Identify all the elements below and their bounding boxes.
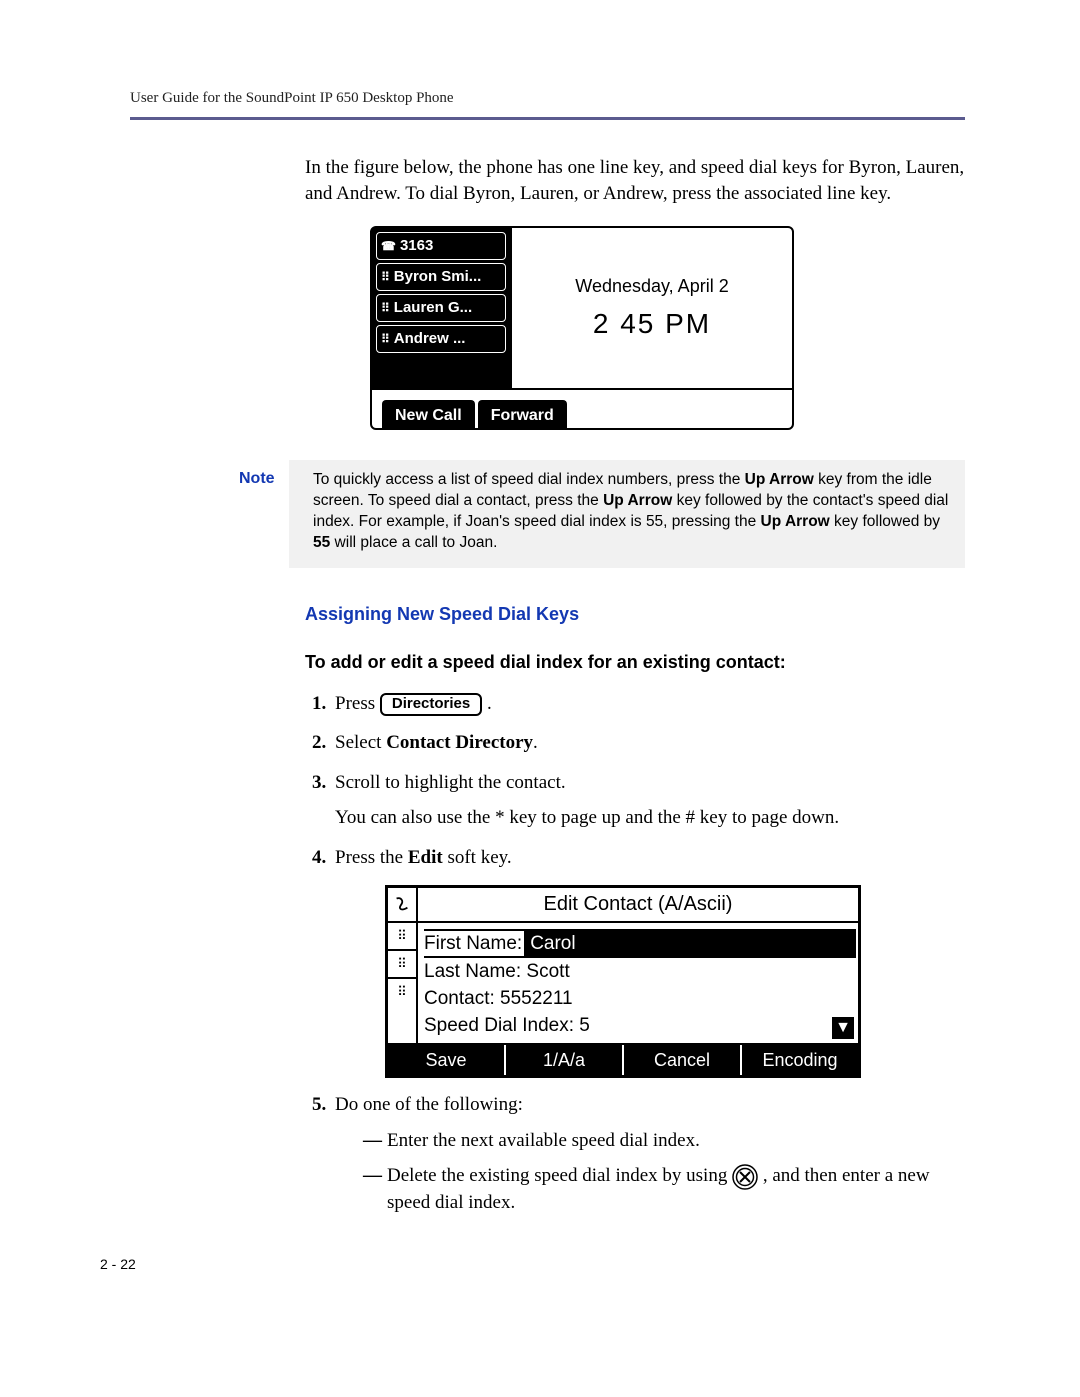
speed-dial-label: Lauren G... bbox=[394, 298, 472, 318]
softkey-encoding[interactable]: Encoding bbox=[742, 1045, 858, 1075]
running-header: User Guide for the SoundPoint IP 650 Des… bbox=[130, 90, 965, 117]
contact-field[interactable]: Contact: 5552211 bbox=[424, 986, 856, 1012]
grid-icon: ⠿ bbox=[388, 951, 416, 979]
grid-icon: ⠿ bbox=[388, 979, 416, 1005]
intro-paragraph: In the figure below, the phone has one l… bbox=[305, 155, 965, 206]
grid-icon: ⠿ bbox=[381, 300, 390, 316]
line-number: 3163 bbox=[400, 236, 433, 256]
first-name-field[interactable]: First Name: Carol bbox=[424, 929, 856, 959]
speed-dial-key[interactable]: ⠿ Byron Smi... bbox=[376, 263, 506, 291]
step-5a: Enter the next available speed dial inde… bbox=[363, 1128, 965, 1154]
grid-icon: ⠿ bbox=[381, 269, 390, 285]
heading-assigning: Assigning New Speed Dial Keys bbox=[305, 602, 965, 626]
phone-idle-figure: ☎ 3163 ⠿ Byron Smi... ⠿ Lauren G... ⠿ An… bbox=[370, 226, 794, 430]
edit-contact-figure: Edit Contact (A/Ascii) ⠿ ⠿ ⠿ First Name: bbox=[385, 885, 861, 1078]
phone-time: 2 45 PM bbox=[593, 305, 711, 343]
line-keys-column: ☎ 3163 ⠿ Byron Smi... ⠿ Lauren G... ⠿ An… bbox=[372, 228, 512, 388]
softkey-cancel[interactable]: Cancel bbox=[624, 1045, 742, 1075]
speed-dial-index-field[interactable]: Speed Dial Index: 5 bbox=[424, 1013, 856, 1039]
header-rule bbox=[130, 117, 965, 120]
softkey-new-call[interactable]: New Call bbox=[382, 400, 475, 429]
last-name-field[interactable]: Last Name: Scott bbox=[424, 959, 856, 985]
step-5b: Delete the existing speed dial index by … bbox=[363, 1163, 965, 1215]
phone-date: Wednesday, April 2 bbox=[575, 274, 728, 298]
step-4: Press the Edit soft key. Edit Contact (A… bbox=[331, 845, 965, 1078]
softkey-save[interactable]: Save bbox=[388, 1045, 506, 1075]
speed-dial-label: Andrew ... bbox=[394, 329, 466, 349]
note-label: Note bbox=[225, 460, 289, 568]
heading-to-add: To add or edit a speed dial index for an… bbox=[305, 650, 965, 674]
edit-title: Edit Contact (A/Ascii) bbox=[418, 888, 858, 921]
phone-line-icon bbox=[388, 888, 418, 921]
step-5: Do one of the following: Enter the next … bbox=[331, 1092, 965, 1216]
step-3: Scroll to highlight the contact. You can… bbox=[331, 770, 965, 831]
phone-icon: ☎ bbox=[381, 238, 396, 254]
directories-button[interactable]: Directories bbox=[380, 693, 482, 716]
note-block: Note To quickly access a list of speed d… bbox=[225, 460, 965, 568]
step-2: Select Contact Directory. bbox=[331, 730, 965, 756]
softkey-forward[interactable]: Forward bbox=[478, 400, 567, 429]
scroll-down-icon[interactable]: ▼ bbox=[832, 1017, 854, 1039]
steps-list: Press Directories . Select Contact Direc… bbox=[305, 691, 965, 1216]
grid-icon: ⠿ bbox=[381, 331, 390, 347]
speed-dial-key[interactable]: ⠿ Andrew ... bbox=[376, 325, 506, 353]
note-text: To quickly access a list of speed dial i… bbox=[313, 470, 951, 554]
speed-dial-key[interactable]: ⠿ Lauren G... bbox=[376, 294, 506, 322]
grid-icon: ⠿ bbox=[388, 923, 416, 951]
page-number: 2 - 22 bbox=[100, 1256, 965, 1272]
softkey-input-mode[interactable]: 1/A/a bbox=[506, 1045, 624, 1075]
speed-dial-label: Byron Smi... bbox=[394, 267, 482, 287]
line-key-main[interactable]: ☎ 3163 bbox=[376, 232, 506, 260]
step-1: Press Directories . bbox=[331, 691, 965, 717]
delete-x-icon bbox=[732, 1164, 758, 1190]
